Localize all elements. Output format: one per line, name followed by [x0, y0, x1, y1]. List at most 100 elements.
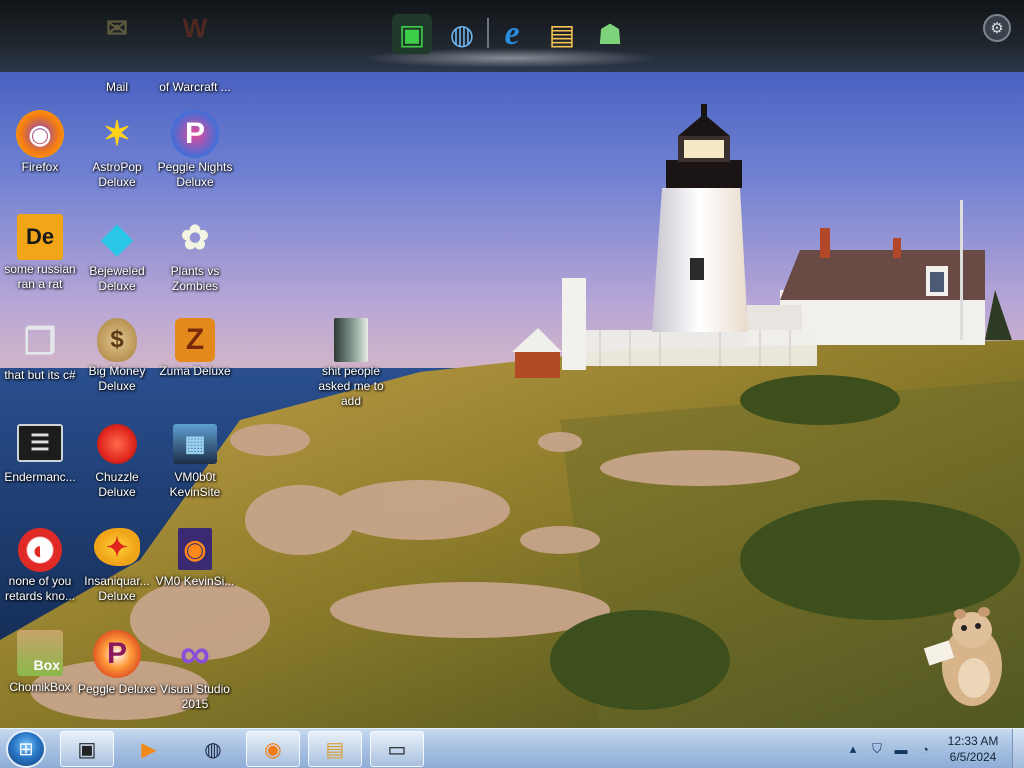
media-center-icon: ▶ [141, 738, 157, 761]
desktop-icon-shit-people-asked[interactable]: ▮ shit people asked me to add [311, 318, 391, 409]
desktop-icon-astropop[interactable]: ✶ AstroPop Deluxe [77, 110, 157, 190]
desktop-icon-label: shit people asked me to add [318, 364, 384, 408]
desktop-icon-world-of-warcraft[interactable]: W of Warcraft ... [155, 4, 235, 95]
warcraft-icon: W [182, 12, 208, 43]
taskbar-button-virtual-machine[interactable]: ▭ [370, 731, 424, 767]
desktop-icon-label: Mail [105, 80, 128, 94]
clock[interactable]: 12:33 AM 6/5/2024 [938, 733, 1008, 765]
clock-time: 12:33 AM [947, 734, 999, 748]
photo-viewer-glyph: ▤ [548, 18, 576, 50]
mail-icon: ✉ [106, 12, 128, 43]
media-player-icon: ▣ [77, 738, 97, 761]
download-globe-glyph: ◍ [449, 18, 475, 50]
desktop-icon-peggle-nights[interactable]: P Peggle Nights Deluxe [155, 110, 235, 190]
chuzzle-icon: ● [97, 424, 137, 464]
desktop-icon-label: Plants vs Zombies [170, 264, 220, 293]
taskbar-button-file-explorer[interactable]: ▤ [308, 731, 362, 767]
monitor-network-icon[interactable]: ▬ [890, 738, 912, 760]
desktop-icon-label: none of you retards kno... [4, 574, 76, 603]
desktop-icon-chomikbox[interactable]: Box ChomikBox [0, 630, 80, 695]
stacked-windows-icon: ❐ [23, 321, 57, 362]
desktop-icon-label: ChomikBox [9, 680, 71, 694]
desktop-icon-visual-studio[interactable]: ∞ Visual Studio 2015 [155, 630, 235, 712]
download-globe-icon[interactable]: ◍ [442, 14, 482, 54]
firefox-icon: ◉ [16, 110, 64, 158]
security-shield-icon[interactable]: ⛉ [866, 738, 888, 760]
fish-icon: ✦ [94, 528, 140, 566]
de-app-icon: De [17, 214, 63, 260]
desktop-icon-label: VM0b0t KevinSite [169, 470, 221, 499]
desktop-icon-chuzzle[interactable]: ● Chuzzle Deluxe [77, 424, 157, 500]
folder-document-icon: ▮ [334, 318, 368, 362]
dock-separator [487, 18, 489, 48]
hamster-mascot-icon [923, 607, 1002, 706]
desktop-icon-label: Big Money Deluxe [88, 364, 146, 393]
diamond-icon: ◆ [101, 216, 133, 260]
zuma-icon: Z [175, 318, 215, 362]
plant-icon: ✿ [180, 219, 210, 257]
volume-icon[interactable]: ◔ [914, 738, 936, 760]
desktop-icon-label: AstroPop Deluxe [92, 160, 142, 189]
desktop-icon-label: Endermanc... [4, 470, 76, 484]
internet-explorer-glyph: e [504, 15, 520, 52]
taskbar: ⊞ ▣ ▶ ◍ ◉ ▤ ▭ ▴ ⛉ ▬ ◔ 12:33 AM 6/5/2024 [0, 728, 1024, 768]
virtual-machine-icon: ▭ [387, 738, 407, 761]
desktop-icon-plants-vs-zombies[interactable]: ✿ Plants vs Zombies [155, 214, 235, 294]
desktop-icon-label: Bejeweled Deluxe [89, 264, 145, 293]
system-tray: ▴ ⛉ ▬ ◔ [842, 729, 938, 768]
taskbar-button-media-center[interactable]: ▶ [122, 731, 176, 767]
network-users-icon[interactable]: ☗ [590, 14, 630, 54]
clock-date: 6/5/2024 [949, 750, 997, 764]
desktop-icon-label: Visual Studio 2015 [160, 682, 230, 711]
dock-settings-icon[interactable]: ⚙ [983, 14, 1011, 42]
desktop-icon-label: that but its c# [4, 368, 76, 382]
network-users-glyph: ☗ [597, 18, 623, 50]
peggle-icon: P [93, 630, 141, 678]
desktop-icon-peggle-deluxe[interactable]: P Peggle Deluxe [77, 630, 157, 697]
astropop-icon: ✶ [102, 115, 132, 153]
desktop-icon-label: Peggle Nights Deluxe [157, 160, 233, 189]
desktop-icon-label: Chuzzle Deluxe [95, 470, 139, 499]
cube-app-glyph: ▣ [398, 18, 426, 50]
chomikbox-icon: Box [17, 630, 63, 676]
chevron-up-icon[interactable]: ▴ [842, 738, 864, 760]
visual-studio-icon: ∞ [180, 630, 210, 677]
desktop-icon-firefox[interactable]: ◉ Firefox [0, 110, 80, 175]
desktop-icon-label: Zuma Deluxe [159, 364, 231, 378]
red-circle-app-icon: ◐ [18, 528, 62, 572]
desktop-icon-insaniquarium[interactable]: ✦ Insaniquar... Deluxe [77, 528, 157, 604]
desktop-icon-some-russian[interactable]: De some russian ran a rat [0, 214, 80, 292]
desktop-icon-bejeweled[interactable]: ◆ Bejeweled Deluxe [77, 214, 157, 294]
desktop-icon-mail[interactable]: ✉ Mail [77, 4, 157, 95]
peggle-nights-icon: P [171, 110, 219, 158]
firefox-taskbar-icon: ◉ [264, 738, 282, 761]
taskbar-button-firefox[interactable]: ◉ [246, 731, 300, 767]
firefox-doc-icon: ◉ [178, 528, 212, 570]
start-button[interactable]: ⊞ [6, 730, 46, 768]
desktop-icon-label: of Warcraft ... [159, 80, 231, 94]
gear-icon: ⚙ [990, 20, 1004, 37]
desktop-icon-zuma[interactable]: Z Zuma Deluxe [155, 318, 235, 379]
show-desktop-button[interactable] [1012, 729, 1024, 768]
vm-screen-icon: ▦ [173, 424, 217, 464]
windows-logo-icon: ⊞ [18, 738, 34, 759]
cube-app-icon[interactable]: ▣ [392, 14, 432, 54]
money-bag-icon: $ [97, 318, 137, 362]
taskbar-button-globe-app[interactable]: ◍ [186, 731, 240, 767]
desktop-icon-vm0-kevinsi[interactable]: ◉ VM0 KevinSi... [155, 528, 235, 589]
photo-viewer-icon[interactable]: ▤ [542, 14, 582, 54]
desktop-icon-endermanc[interactable]: ☰ Endermanc... [0, 424, 80, 485]
terminal-window-icon: ☰ [17, 424, 63, 462]
desktop-icon-label: VM0 KevinSi... [155, 574, 235, 588]
desktop-icon-that-but-its-csharp[interactable]: ❐ that but its c# [0, 318, 80, 383]
desktop-icon-big-money[interactable]: $ Big Money Deluxe [77, 318, 157, 394]
desktop-icon-label: Firefox [21, 160, 59, 174]
file-explorer-icon: ▤ [325, 738, 345, 761]
internet-explorer-icon[interactable]: e [492, 14, 532, 54]
desktop-icon-label: Peggle Deluxe [77, 682, 157, 696]
desktop-icon-vm0b0t-kevinsite[interactable]: ▦ VM0b0t KevinSite [155, 424, 235, 500]
desktop-icon-label: Insaniquar... Deluxe [84, 574, 150, 603]
desktop-icon-label: some russian ran a rat [4, 262, 76, 291]
taskbar-button-media-player[interactable]: ▣ [60, 731, 114, 767]
desktop-icon-none-of-you[interactable]: ◐ none of you retards kno... [0, 528, 80, 604]
